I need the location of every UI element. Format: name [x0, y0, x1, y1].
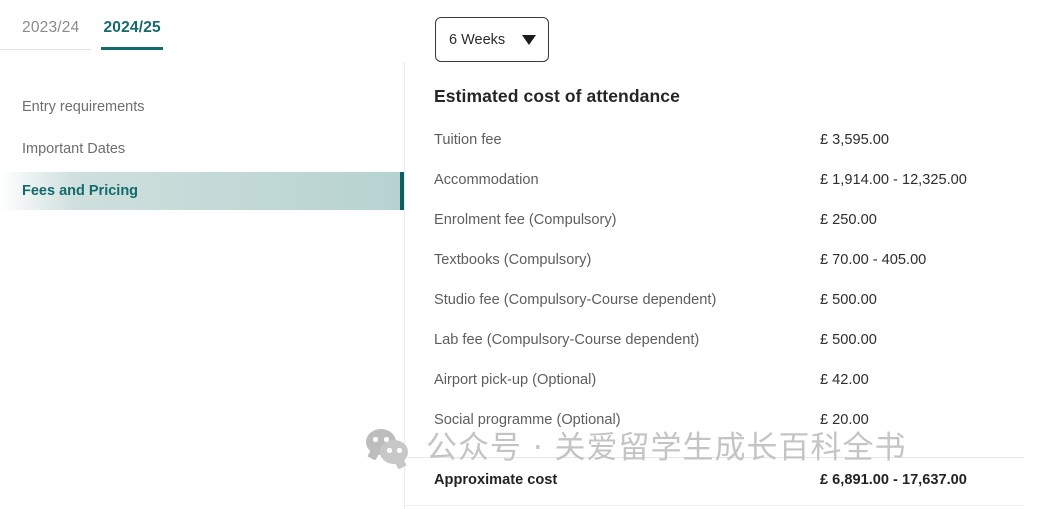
table-row: Textbooks (Compulsory) £ 70.00 - 405.00 [434, 252, 1034, 292]
cost-label: Airport pick-up (Optional) [434, 372, 597, 388]
page-root: 2023/24 2024/25 Entry requirements Impor… [0, 0, 1044, 509]
page-title: Estimated cost of attendance [434, 86, 680, 106]
cost-label: Enrolment fee (Compulsory) [434, 212, 617, 228]
cost-label: Accommodation [434, 172, 539, 188]
table-row: Enrolment fee (Compulsory) £ 250.00 [434, 212, 1034, 252]
cost-table: Tuition fee £ 3,595.00 Accommodation £ 1… [434, 132, 1034, 452]
sidebar-item-important-dates[interactable]: Important Dates [0, 130, 405, 168]
cost-value: £ 20.00 [820, 412, 869, 428]
total-divider [405, 457, 1024, 458]
table-row: Studio fee (Compulsory-Course dependent)… [434, 292, 1034, 332]
approximate-cost-row: Approximate cost £ 6,891.00 - 17,637.00 [434, 472, 1024, 488]
cost-value: £ 250.00 [820, 212, 877, 228]
cost-label: Lab fee (Compulsory-Course dependent) [434, 332, 700, 348]
cost-label: Tuition fee [434, 132, 502, 148]
cost-value: £ 42.00 [820, 372, 869, 388]
sidebar-item-label: Fees and Pricing [22, 183, 139, 199]
total-value: £ 6,891.00 - 17,637.00 [820, 472, 967, 488]
cost-value: £ 500.00 [820, 332, 877, 348]
sidebar-item-fees-and-pricing[interactable]: Fees and Pricing [0, 172, 405, 210]
total-label: Approximate cost [434, 472, 558, 488]
bottom-divider [405, 505, 1024, 506]
cost-label: Textbooks (Compulsory) [434, 252, 592, 268]
table-row: Social programme (Optional) £ 20.00 [434, 412, 1034, 452]
sidebar-nav: Entry requirements Important Dates Fees … [0, 88, 405, 214]
year-tab-bar: 2023/24 2024/25 [0, 20, 164, 50]
duration-dropdown[interactable]: 6 Weeks [435, 17, 549, 62]
cost-value: £ 3,595.00 [820, 132, 889, 148]
cost-value: £ 1,914.00 - 12,325.00 [820, 172, 967, 188]
main-panel: 6 Weeks Estimated cost of attendance Tui… [405, 0, 1044, 509]
table-row: Tuition fee £ 3,595.00 [434, 132, 1034, 172]
chevron-down-icon [522, 34, 536, 45]
cost-label: Studio fee (Compulsory-Course dependent) [434, 292, 717, 308]
tab-2024-25[interactable]: 2024/25 [101, 20, 164, 50]
left-panel: 2023/24 2024/25 Entry requirements Impor… [0, 0, 405, 509]
duration-dropdown-value: 6 Weeks [449, 31, 506, 48]
table-row: Accommodation £ 1,914.00 - 12,325.00 [434, 172, 1034, 212]
sidebar-item-label: Entry requirements [22, 99, 145, 115]
sidebar-item-label: Important Dates [22, 141, 126, 157]
table-row: Airport pick-up (Optional) £ 42.00 [434, 372, 1034, 412]
table-row: Lab fee (Compulsory-Course dependent) £ … [434, 332, 1034, 372]
cost-value: £ 500.00 [820, 292, 877, 308]
tab-2023-24[interactable]: 2023/24 [0, 20, 92, 50]
cost-label: Social programme (Optional) [434, 412, 621, 428]
cost-value: £ 70.00 - 405.00 [820, 252, 927, 268]
sidebar-item-entry-requirements[interactable]: Entry requirements [0, 88, 405, 126]
